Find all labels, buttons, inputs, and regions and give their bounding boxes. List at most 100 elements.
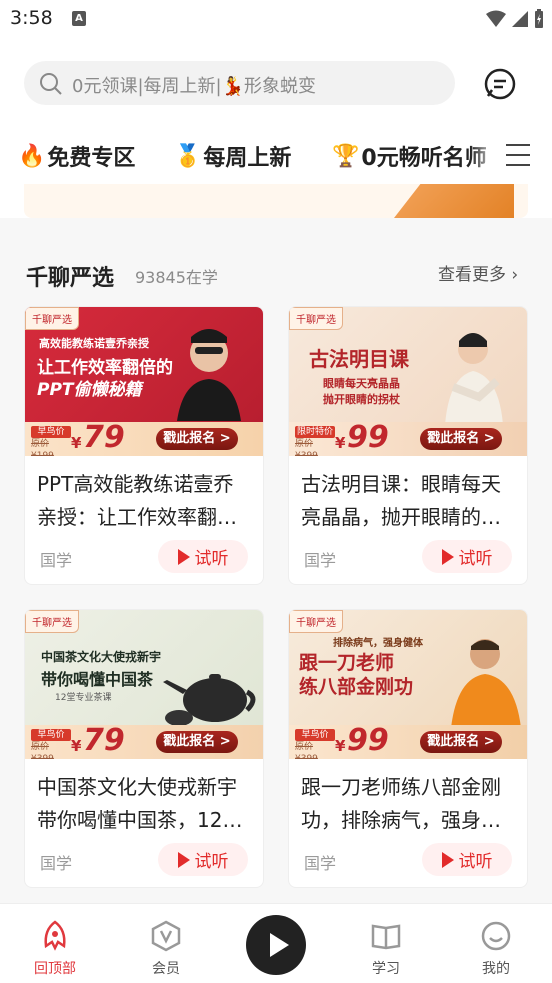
- instructor-photo: [451, 639, 521, 728]
- pitch-line: 跟一刀老师: [299, 652, 395, 674]
- pitch-line: 古法明目课: [309, 347, 409, 371]
- price-currency: ¥: [71, 434, 82, 452]
- pitch-line: PPT偷懒秘籍: [37, 380, 142, 400]
- pitch-line: 带你喝懂中国茶: [41, 670, 154, 689]
- course-title: 中国茶文化大使戎新宇带你喝懂中国茶，12…: [37, 775, 243, 832]
- early-price-tag: 早鸟价 原价¥399: [295, 729, 335, 759]
- nav-study[interactable]: 学习: [356, 920, 416, 978]
- course-thumbnail: 千聊严选 排除病气，强身健体 跟一刀老师 练八部金刚功 早鸟价 原价¥399 ¥ …: [289, 610, 527, 759]
- price-strip: 早鸟价 原价¥399 ¥ 99 戳此报名 >: [289, 723, 527, 759]
- play-icon: [270, 933, 289, 957]
- price-amount: 99: [347, 420, 389, 455]
- early-price-tag: 早鸟价 原价¥399: [31, 729, 71, 759]
- early-price-tag: 早鸟价 原价¥199: [31, 426, 71, 456]
- course-thumbnail: 千聊严选 中国茶文化大使戎新宇 带你喝懂中国茶 12堂专业茶课 早鸟价 原价¥39…: [25, 610, 263, 759]
- course-title: 古法明目课：眼睛每天亮晶晶，抛开眼睛的…: [301, 472, 501, 529]
- see-more-label: 查看更多: [438, 265, 506, 285]
- pitch-line: 中国茶文化大使戎新宇: [41, 650, 162, 664]
- price-amount: 79: [83, 420, 125, 455]
- search-header: 0元领课|每周上新|💃形象蜕变: [0, 40, 552, 128]
- see-more-link[interactable]: 查看更多 ›: [438, 260, 518, 285]
- trial-label: 试听: [458, 852, 493, 872]
- selection-badge: 千聊严选: [289, 610, 343, 633]
- message-icon[interactable]: [482, 66, 518, 102]
- course-category: 国学: [40, 551, 73, 570]
- bottom-nav: 回顶部 会员 学习 我的: [0, 903, 552, 983]
- course-card[interactable]: 千聊严选 排除病气，强身健体 跟一刀老师 练八部金刚功 早鸟价 原价¥399 ¥ …: [288, 609, 528, 888]
- nav-label: 学习: [372, 961, 400, 977]
- price-amount: 79: [83, 723, 125, 758]
- course-card[interactable]: 千聊严选 中国茶文化大使戎新宇 带你喝懂中国茶 12堂专业茶课 早鸟价 原价¥39…: [24, 609, 264, 888]
- play-icon: [177, 548, 190, 565]
- course-thumbnail: 千聊严选 高效能教练诺壹乔亲授 让工作效率翻倍的 PPT偷懒秘籍 早鸟价 原价¥1…: [25, 307, 263, 456]
- trial-label: 试听: [194, 549, 229, 569]
- selection-badge: 千聊严选: [289, 307, 343, 330]
- price-strip: 早鸟价 原价¥399 ¥ 79 戳此报名 >: [25, 723, 263, 759]
- wifi-icon: [486, 10, 506, 27]
- trophy-icon: 🏆: [332, 143, 360, 169]
- play-icon: [441, 548, 454, 565]
- section-title: 千聊严选: [26, 266, 115, 291]
- course-category: 国学: [304, 854, 337, 873]
- course-title: PPT高效能教练诺壹乔亲授：让工作效率翻…: [37, 472, 237, 529]
- nav-mine[interactable]: 我的: [466, 920, 526, 978]
- course-category: 国学: [304, 551, 337, 570]
- tab-weekly-new[interactable]: 🥇 每周上新: [174, 140, 291, 172]
- course-card[interactable]: 千聊严选 高效能教练诺壹乔亲授 让工作效率翻倍的 PPT偷懒秘籍 早鸟价 原价¥1…: [24, 306, 264, 585]
- pitch-line: 眼睛每天亮晶晶: [323, 377, 400, 390]
- price-strip: 早鸟价 原价¥199 ¥ 79 戳此报名 >: [25, 420, 263, 456]
- course-thumbnail: 千聊严选 古法明目课 眼睛每天亮晶晶 抛开眼睛的拐杖 限时特价 原价¥399 ¥ …: [289, 307, 527, 456]
- signup-button[interactable]: 戳此报名 >: [420, 731, 502, 753]
- trial-listen-button[interactable]: 试听: [422, 843, 512, 876]
- tab-label: 0元畅听名师: [361, 146, 487, 171]
- tab-label: 每周上新: [203, 146, 292, 171]
- selection-badge: 千聊严选: [25, 307, 79, 330]
- banner[interactable]: [24, 184, 528, 218]
- profile-icon: [481, 921, 511, 951]
- category-tabs: 🔥 免费专区 🥇 每周上新 🏆 0元畅听名师: [0, 128, 552, 184]
- price-currency: ¥: [335, 434, 346, 452]
- chevron-right-icon: ›: [511, 265, 519, 285]
- selection-section: 千聊严选 93845在学 查看更多 › 千聊严选 高效能教练诺壹乔亲授 让工作效…: [0, 218, 552, 983]
- course-card[interactable]: 千聊严选 古法明目课 眼睛每天亮晶晶 抛开眼睛的拐杖 限时特价 原价¥399 ¥ …: [288, 306, 528, 585]
- nav-label: 会员: [152, 961, 180, 977]
- signup-button[interactable]: 戳此报名 >: [420, 428, 502, 450]
- price-strip: 限时特价 原价¥399 ¥ 99 戳此报名 >: [289, 420, 527, 456]
- signup-button[interactable]: 戳此报名 >: [156, 731, 238, 753]
- trial-label: 试听: [194, 852, 229, 872]
- tab-free-zone[interactable]: 🔥 免费专区: [18, 140, 135, 172]
- member-v-icon: [151, 920, 181, 952]
- trial-listen-button[interactable]: 试听: [422, 540, 512, 573]
- price-currency: ¥: [71, 737, 82, 755]
- trial-listen-button[interactable]: 试听: [158, 540, 248, 573]
- early-price-tag: 限时特价 原价¥399: [295, 426, 335, 456]
- course-category: 国学: [40, 854, 73, 873]
- status-bar: 3:58 A: [0, 0, 552, 40]
- course-title: 跟一刀老师练八部金刚功，排除病气，强身…: [301, 775, 501, 832]
- audio-player-button[interactable]: [246, 915, 306, 975]
- play-icon: [441, 851, 454, 868]
- search-bar[interactable]: 0元领课|每周上新|💃形象蜕变: [24, 61, 455, 105]
- search-placeholder: 0元领课|每周上新|💃形象蜕变: [72, 76, 316, 97]
- sim-icon: A: [72, 11, 86, 26]
- nav-back-to-top[interactable]: 回顶部: [25, 920, 85, 978]
- signup-button[interactable]: 戳此报名 >: [156, 428, 238, 450]
- pitch-line: 高效能教练诺壹乔亲授: [39, 337, 149, 350]
- menu-icon[interactable]: [506, 144, 530, 166]
- nav-label: 回顶部: [34, 961, 76, 977]
- trial-label: 试听: [458, 549, 493, 569]
- pitch-line: 抛开眼睛的拐杖: [323, 393, 400, 406]
- nav-member[interactable]: 会员: [136, 920, 196, 978]
- instructor-photo: [177, 329, 241, 421]
- instructor-photo: [445, 333, 503, 425]
- nav-label: 我的: [482, 961, 510, 977]
- trial-listen-button[interactable]: 试听: [158, 843, 248, 876]
- pitch-line: 练八部金刚功: [299, 676, 414, 698]
- tab-free-masters[interactable]: 🏆 0元畅听名师: [332, 140, 487, 172]
- medal-icon: 🥇: [174, 143, 202, 169]
- battery-icon: [535, 9, 543, 28]
- play-icon: [177, 851, 190, 868]
- teapot-photo: [163, 674, 256, 726]
- signal-icon: [512, 11, 528, 27]
- learner-count: 93845在学: [135, 268, 218, 287]
